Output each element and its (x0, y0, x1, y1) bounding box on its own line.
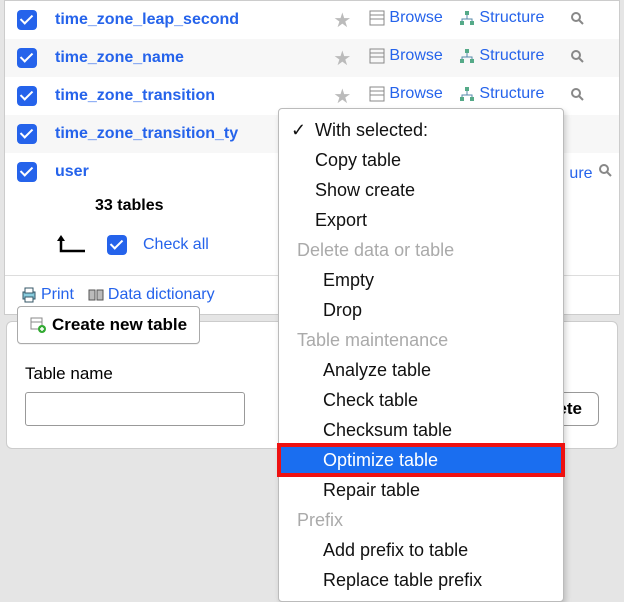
menu-empty[interactable]: Empty (279, 265, 563, 295)
with-selected-menu: ✓With selected: Copy table Show create E… (278, 108, 564, 602)
structure-label: Structure (479, 85, 544, 103)
structure-link-partial[interactable]: ure (569, 165, 592, 183)
row-checkbox[interactable] (17, 124, 37, 144)
table-name-link[interactable]: user (55, 163, 89, 180)
table-name-input[interactable] (25, 392, 245, 426)
data-dictionary-link[interactable]: Data dictionary (88, 286, 215, 304)
data-dictionary-label: Data dictionary (108, 286, 215, 304)
structure-label: Structure (479, 9, 544, 27)
menu-drop[interactable]: Drop (279, 295, 563, 325)
create-new-table-label: Create new table (52, 315, 187, 335)
structure-link[interactable]: Structure (459, 9, 544, 27)
table-name-link[interactable]: time_zone_name (55, 49, 184, 66)
favorite-star-icon[interactable]: ★ (333, 48, 351, 70)
structure-link[interactable]: Structure (459, 47, 544, 65)
row-checkbox[interactable] (17, 10, 37, 30)
table-name-link[interactable]: time_zone_leap_second (55, 11, 239, 28)
browse-icon (369, 86, 385, 102)
table-name-link[interactable]: time_zone_transition (55, 87, 215, 104)
row-checkbox[interactable] (17, 162, 37, 182)
menu-replace-prefix[interactable]: Replace table prefix (279, 565, 563, 595)
check-all-checkbox[interactable] (107, 235, 127, 255)
structure-icon (459, 48, 475, 64)
print-label: Print (41, 286, 74, 304)
checkmark-icon: ✓ (291, 117, 306, 143)
search-icon[interactable] (597, 162, 613, 178)
browse-link[interactable]: Browse (369, 47, 442, 65)
table-row: time_zone_name ★ Browse Structure (5, 39, 619, 77)
menu-check-table[interactable]: Check table (279, 385, 563, 415)
menu-checksum-table[interactable]: Checksum table (279, 415, 563, 445)
create-new-table-button[interactable]: Create new table (17, 306, 200, 344)
table-row: time_zone_leap_second ★ Browse Structure (5, 1, 619, 39)
check-all-label[interactable]: Check all (143, 236, 209, 254)
browse-icon (369, 10, 385, 26)
favorite-star-icon[interactable]: ★ (333, 10, 351, 32)
menu-export[interactable]: Export (279, 205, 563, 235)
menu-repair-table[interactable]: Repair table (279, 475, 563, 505)
menu-with-selected[interactable]: ✓With selected: (279, 115, 563, 145)
table-name-link[interactable]: time_zone_transition_ty (55, 125, 238, 142)
structure-icon (459, 10, 475, 26)
favorite-star-icon[interactable]: ★ (333, 86, 351, 108)
search-icon[interactable] (569, 48, 585, 64)
structure-icon (459, 86, 475, 102)
browse-label: Browse (389, 47, 442, 65)
select-arrow-icon (55, 233, 91, 257)
print-link[interactable]: Print (21, 286, 74, 304)
menu-header-delete: Delete data or table (279, 235, 563, 265)
browse-label: Browse (389, 85, 442, 103)
structure-label-partial: ure (569, 165, 592, 183)
new-table-icon (30, 317, 46, 333)
structure-label: Structure (479, 47, 544, 65)
browse-label: Browse (389, 9, 442, 27)
menu-copy-table[interactable]: Copy table (279, 145, 563, 175)
data-dictionary-icon (88, 287, 104, 303)
print-icon (21, 287, 37, 303)
browse-icon (369, 48, 385, 64)
menu-show-create[interactable]: Show create (279, 175, 563, 205)
menu-analyze-table[interactable]: Analyze table (279, 355, 563, 385)
search-icon[interactable] (569, 86, 585, 102)
structure-link[interactable]: Structure (459, 85, 544, 103)
search-icon[interactable] (569, 10, 585, 26)
menu-header-maintenance: Table maintenance (279, 325, 563, 355)
row-checkbox[interactable] (17, 48, 37, 68)
menu-header-prefix: Prefix (279, 505, 563, 535)
browse-link[interactable]: Browse (369, 85, 442, 103)
row-checkbox[interactable] (17, 86, 37, 106)
browse-link[interactable]: Browse (369, 9, 442, 27)
menu-add-prefix[interactable]: Add prefix to table (279, 535, 563, 565)
table-name-label: Table name (25, 364, 245, 384)
menu-optimize-table[interactable]: Optimize table (279, 445, 563, 475)
